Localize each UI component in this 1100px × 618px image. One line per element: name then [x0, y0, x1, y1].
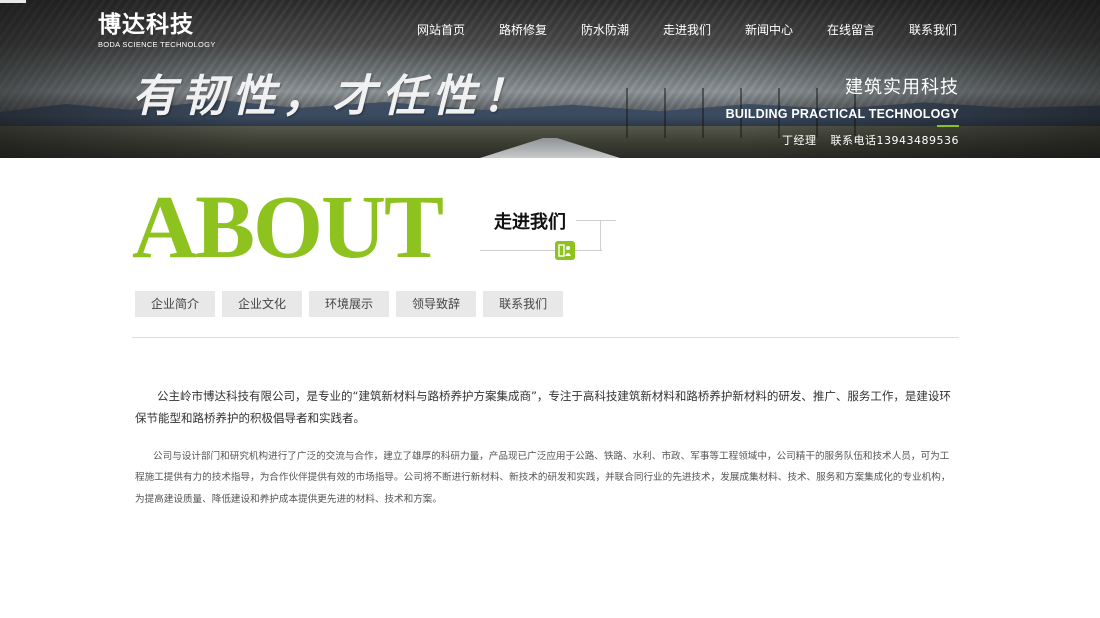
nav-item-home[interactable]: 网站首页	[400, 21, 482, 38]
contact-phone: 联系电话13943489536	[830, 134, 959, 147]
nav-item-news[interactable]: 新闻中心	[728, 21, 810, 38]
section-divider	[132, 337, 959, 338]
contact-person: 丁经理	[782, 134, 817, 147]
main-nav: 网站首页 路桥修复 防水防潮 走进我们 新闻中心 在线留言 联系我们	[400, 21, 974, 38]
logo-text-cn: 博达科技	[98, 12, 194, 38]
banner-tagline: 建筑实用科技 BUILDING PRACTICAL TECHNOLOGY 丁经理…	[726, 73, 959, 148]
nav-item-message[interactable]: 在线留言	[810, 21, 892, 38]
heading-deco-line	[600, 220, 601, 250]
tagline-cn: 建筑实用科技	[845, 77, 959, 98]
tagline-accent-bar	[937, 125, 959, 127]
heading-deco-line	[480, 250, 602, 251]
nav-item-about[interactable]: 走进我们	[646, 21, 728, 38]
about-big-title: ABOUT	[132, 178, 444, 277]
contact-info: 丁经理 联系电话13943489536	[726, 132, 959, 148]
tagline-en: BUILDING PRACTICAL TECHNOLOGY	[725, 107, 959, 121]
about-badge-icon	[555, 241, 575, 260]
site-logo[interactable]: 博达科技 BODA SCIENCE TECHNOLOGY	[98, 12, 216, 49]
heading-deco-line	[576, 220, 616, 221]
logo-text-en: BODA SCIENCE TECHNOLOGY	[98, 40, 216, 49]
banner-slogan: 有韧性，才任性！	[132, 71, 532, 122]
nav-item-waterproof[interactable]: 防水防潮	[564, 21, 646, 38]
corner-mark	[0, 0, 26, 3]
nav-item-contact[interactable]: 联系我们	[892, 21, 974, 38]
intro-paragraph: 公主岭市博达科技有限公司，是专业的“建筑新材料与路桥养护方案集成商”，专注于高科…	[135, 388, 951, 425]
tab-leader-speech[interactable]: 领导致辞	[396, 291, 477, 317]
tab-environment[interactable]: 环境展示	[309, 291, 390, 317]
tab-contact-us[interactable]: 联系我们	[483, 291, 564, 317]
about-tabs: 企业简介 企业文化 环境展示 领导致辞 联系我们	[135, 291, 564, 317]
tab-company-intro[interactable]: 企业简介	[135, 291, 216, 317]
hero-banner: 博达科技 BODA SCIENCE TECHNOLOGY 网站首页 路桥修复 防…	[0, 0, 1100, 158]
tab-company-culture[interactable]: 企业文化	[222, 291, 303, 317]
about-cn-title: 走进我们	[494, 212, 566, 233]
detail-paragraph: 公司与设计部门和研究机构进行了广泛的交流与合作，建立了雄厚的科研力量，产品现已广…	[135, 450, 951, 505]
nav-item-road-repair[interactable]: 路桥修复	[482, 21, 564, 38]
person-icon	[558, 244, 571, 257]
